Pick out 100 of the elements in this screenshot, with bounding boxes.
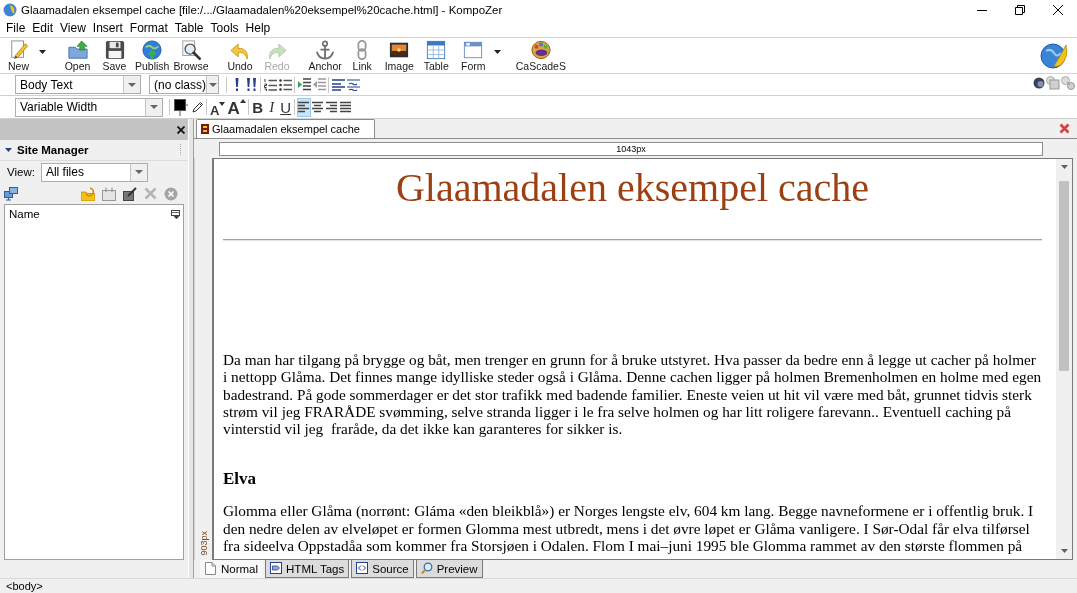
view-label: View: <box>7 166 35 178</box>
view-tab[interactable]: Preview <box>415 560 483 578</box>
height-label: 903px <box>198 531 209 556</box>
toolbar-button[interactable]: Form <box>454 38 492 72</box>
view-tab[interactable]: Normal <box>200 560 264 578</box>
toolbar-button[interactable]: Undo <box>221 38 259 72</box>
close-tab-button[interactable] <box>1059 123 1070 134</box>
italic-button[interactable]: I <box>264 97 279 117</box>
larger-font-button[interactable]: A <box>226 97 247 117</box>
caret-icon <box>493 50 501 54</box>
circle-x-icon <box>164 186 178 201</box>
triangle-up-icon <box>239 98 246 103</box>
class-select[interactable]: (no class) <box>149 75 219 94</box>
align-center-icon <box>311 101 325 113</box>
text-lines-icon <box>332 78 345 91</box>
document-tab[interactable]: Glaamadalen eksempel cache <box>196 119 375 138</box>
element-path: <body> <box>6 580 43 592</box>
page-icon <box>201 124 209 134</box>
grip-icon <box>179 144 182 156</box>
code-box-icon <box>356 562 369 575</box>
view-tab[interactable]: HTML Tags <box>265 560 350 578</box>
text-color-button[interactable] <box>172 97 190 117</box>
outdent-icon <box>313 78 326 91</box>
anchor-icon <box>315 40 336 60</box>
wavy-lines-icon <box>347 78 360 91</box>
align-button[interactable] <box>296 97 311 117</box>
scrollbar-thumb[interactable] <box>1059 181 1069 371</box>
underline-button[interactable]: U <box>278 97 293 117</box>
menu-item[interactable]: File <box>3 19 29 37</box>
triangle-down-icon <box>1060 549 1068 553</box>
toolbar-button[interactable]: CaScadeS <box>513 38 568 72</box>
cross-icon <box>144 187 157 200</box>
paragraph-format-select[interactable]: Body Text <box>15 75 141 94</box>
toolbar-button[interactable]: Link <box>343 38 381 72</box>
magnifier-icon <box>420 562 433 575</box>
close-icon <box>1053 4 1063 15</box>
section-toggle[interactable]: Site Manager <box>5 144 89 156</box>
caret-icon <box>150 105 158 109</box>
menu-item[interactable]: Table <box>171 19 207 37</box>
document-title: Glaamadalen eksempel cache <box>394 165 871 211</box>
align-right-icon <box>325 101 339 113</box>
calendar-icon <box>102 186 116 201</box>
column-picker-button[interactable] <box>171 209 180 219</box>
menu-item[interactable]: Insert <box>89 19 126 37</box>
toolbar-button[interactable]: Save <box>96 38 133 72</box>
globe-icon <box>1040 41 1068 69</box>
justify-icon <box>339 101 353 113</box>
align-left-icon <box>297 101 311 113</box>
toolbar-button[interactable]: New <box>0 38 37 72</box>
toolbar-button[interactable]: Anchor <box>306 38 344 72</box>
menu-item[interactable]: Format <box>126 19 171 37</box>
indent-icon <box>298 78 311 91</box>
toolbar-button[interactable]: Open <box>59 38 96 72</box>
caret-icon <box>134 170 143 174</box>
redo-arrow-icon <box>266 40 287 60</box>
width-ruler: 1043px <box>219 141 1043 156</box>
menu-item[interactable]: Tools <box>207 19 242 37</box>
palette-icon <box>530 40 551 60</box>
strong-button[interactable] <box>244 75 259 94</box>
folder-arrow-icon <box>81 186 95 201</box>
view-select[interactable]: All files <box>40 162 148 182</box>
icon-button[interactable] <box>1033 76 1045 90</box>
caret-icon <box>39 50 46 54</box>
close-button[interactable] <box>177 125 185 134</box>
scrollbar[interactable] <box>1056 159 1072 559</box>
globe-icon <box>3 2 17 17</box>
close-icon <box>177 125 185 134</box>
section-heading: Elva <box>223 469 258 490</box>
toolbar-button[interactable]: Table <box>417 38 455 72</box>
column-picker-icon <box>171 209 180 219</box>
toolbar-button[interactable]: Publish <box>133 38 172 72</box>
computers-icon <box>4 186 18 201</box>
bold-button[interactable]: B <box>250 97 265 117</box>
pencil-box-icon <box>123 186 137 201</box>
sites-button[interactable] <box>4 186 18 201</box>
paragraph: Da man har tilgang på brygge og båt, men trenger en grunn for å bruke utstyret. Hva passer da bedre enn å legge ut cacher på holmer i nettopp Glåma. Det finnes mange idylliske steder også i Glåma. Denne cachen ligger på holmen Bremenholmen en holme med egen badestrand. På gode sommerdager er det stor trafikk med badende familier. Eneste veien ut hit vil være med båt, grunnet tidvis sterk strøm vil jeg FRARÅDE svømming, selve stranda ligger i le fra selve holmen og har litt roligere farevann.. Eventuell caching på vinterstid vil jeg fraråde, da det ikke kan garanteres for sikker is. <box>223 351 1042 438</box>
column-header[interactable]: Name <box>9 208 40 220</box>
triangle-down-icon <box>219 101 226 106</box>
tag-icon <box>270 562 283 575</box>
toolbar-button[interactable]: Image <box>380 38 418 72</box>
double-exclamation-icon <box>246 78 257 91</box>
caret-icon <box>128 82 136 87</box>
paragraph: Glomma eller Glåma (norrønt: Gláma «den bleikblå») er Norges lengste elv, 604 km lang. Begge navneformene er i offentlig bruk. I den nedre delen av elveløpet er formen Glomma mest utbredt, mens i det øvre løpet er Glåma vanligere. I Sør-Odal får elva tilførsel fra sideelva Oppstadåa som kommer fra Storsjøen i Odalen. Flom I mai–juni 1995 ble Glomma rammet av den største flommen på <box>223 502 1035 554</box>
menu-item[interactable]: Edit <box>29 19 57 37</box>
caret-icon <box>208 82 217 87</box>
triangle-up-icon <box>1060 165 1068 169</box>
dark-circle-icon <box>1033 77 1045 89</box>
undo-arrow-icon <box>229 40 250 60</box>
font-select[interactable]: Variable Width <box>15 97 163 117</box>
pencil-icon <box>191 101 204 113</box>
window-title: Glaamadalen eksempel cache [file:/.../Glaamadalen%20eksempel%20cache.html] - KompoZer <box>21 3 503 16</box>
menu-item[interactable]: Help <box>242 19 274 37</box>
edit-button[interactable] <box>123 186 137 201</box>
view-tab[interactable]: Source <box>351 560 414 578</box>
toolbar-button[interactable]: Browse <box>171 38 211 72</box>
color-swatch-icon <box>174 98 188 116</box>
menu-item[interactable]: View <box>57 19 89 37</box>
page-icon <box>205 562 217 575</box>
numbered-list-icon <box>264 78 277 91</box>
smaller-font-button[interactable]: A <box>209 97 227 117</box>
